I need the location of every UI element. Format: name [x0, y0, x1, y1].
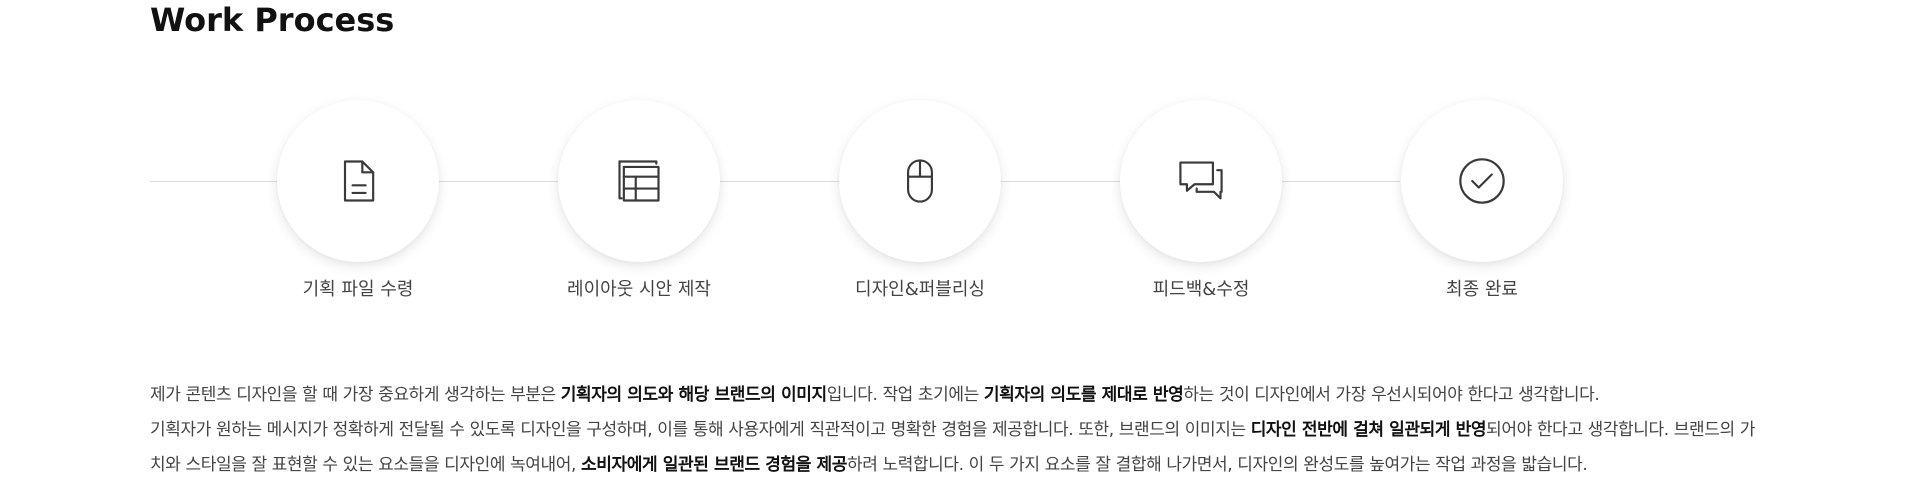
work-process-description: 제가 콘텐츠 디자인을 할 때 가장 중요하게 생각하는 부분은 기획자의 의도…: [150, 378, 1790, 483]
step-label: 디자인&퍼블리싱: [855, 279, 985, 300]
step-circle: [1120, 100, 1282, 262]
step-circle: [558, 100, 720, 262]
document-icon: [343, 160, 375, 202]
description-line: 치와 스타일을 잘 표현할 수 있는 요소들을 디자인에 녹여내어, 소비자에게…: [150, 448, 1790, 483]
step-circle: [1401, 100, 1563, 262]
step-layout-draft: 레이아웃 시안 제작: [557, 100, 721, 302]
description-text: 입니다. 작업 초기에는: [826, 385, 984, 405]
description-emphasis: 디자인 전반에 걸쳐 일관되게 반영: [1250, 420, 1487, 440]
step-planning-file: 기획 파일 수령: [276, 100, 440, 302]
step-label: 기획 파일 수령: [302, 279, 414, 300]
description-text: 치와 스타일을 잘 표현할 수 있는 요소들을 디자인에 녹여내어,: [150, 455, 582, 475]
step-feedback-revision: 피드백&수정: [1119, 100, 1283, 302]
description-line: 제가 콘텐츠 디자인을 할 때 가장 중요하게 생각하는 부분은 기획자의 의도…: [150, 378, 1790, 413]
description-line: 기획자가 원하는 메시지가 정확하게 전달될 수 있도록 디자인을 구성하며, …: [150, 413, 1790, 448]
section-title: Work Process: [150, 1, 395, 39]
work-process-steps: 기획 파일 수령 레이아웃 시안 제작 디자인&퍼블리싱 피드백&수정 최종 완…: [150, 100, 1570, 320]
check-circle-icon: [1459, 158, 1505, 204]
description-text: 하려 노력합니다. 이 두 가지 요소를 잘 결합해 나가면서, 디자인의 완성…: [846, 455, 1588, 475]
description-emphasis: 소비자에게 일관된 브랜드 경험을 제공: [581, 455, 847, 475]
description-emphasis: 기획자의 의도를 제대로 반영: [983, 385, 1184, 405]
step-circle: [277, 100, 439, 262]
chat-icon: [1179, 161, 1223, 200]
step-design-publishing: 디자인&퍼블리싱: [838, 100, 1002, 302]
step-final-complete: 최종 완료: [1400, 100, 1564, 302]
description-emphasis: 기획자의 의도와 해당 브랜드의 이미지: [560, 385, 827, 405]
description-text: 되어야 한다고 생각합니다. 브랜드의 가: [1486, 420, 1755, 440]
description-text: 기획자가 원하는 메시지가 정확하게 전달될 수 있도록 디자인을 구성하며, …: [150, 420, 1251, 440]
step-label: 레이아웃 시안 제작: [567, 279, 711, 300]
step-label: 최종 완료: [1446, 279, 1518, 300]
description-text: 하는 것이 디자인에서 가장 우선시되어야 한다고 생각합니다.: [1183, 385, 1600, 405]
step-circle: [839, 100, 1001, 262]
layout-icon: [618, 160, 660, 202]
description-text: 제가 콘텐츠 디자인을 할 때 가장 중요하게 생각하는 부분은: [150, 385, 561, 405]
mouse-icon: [907, 159, 933, 203]
step-label: 피드백&수정: [1152, 279, 1250, 300]
